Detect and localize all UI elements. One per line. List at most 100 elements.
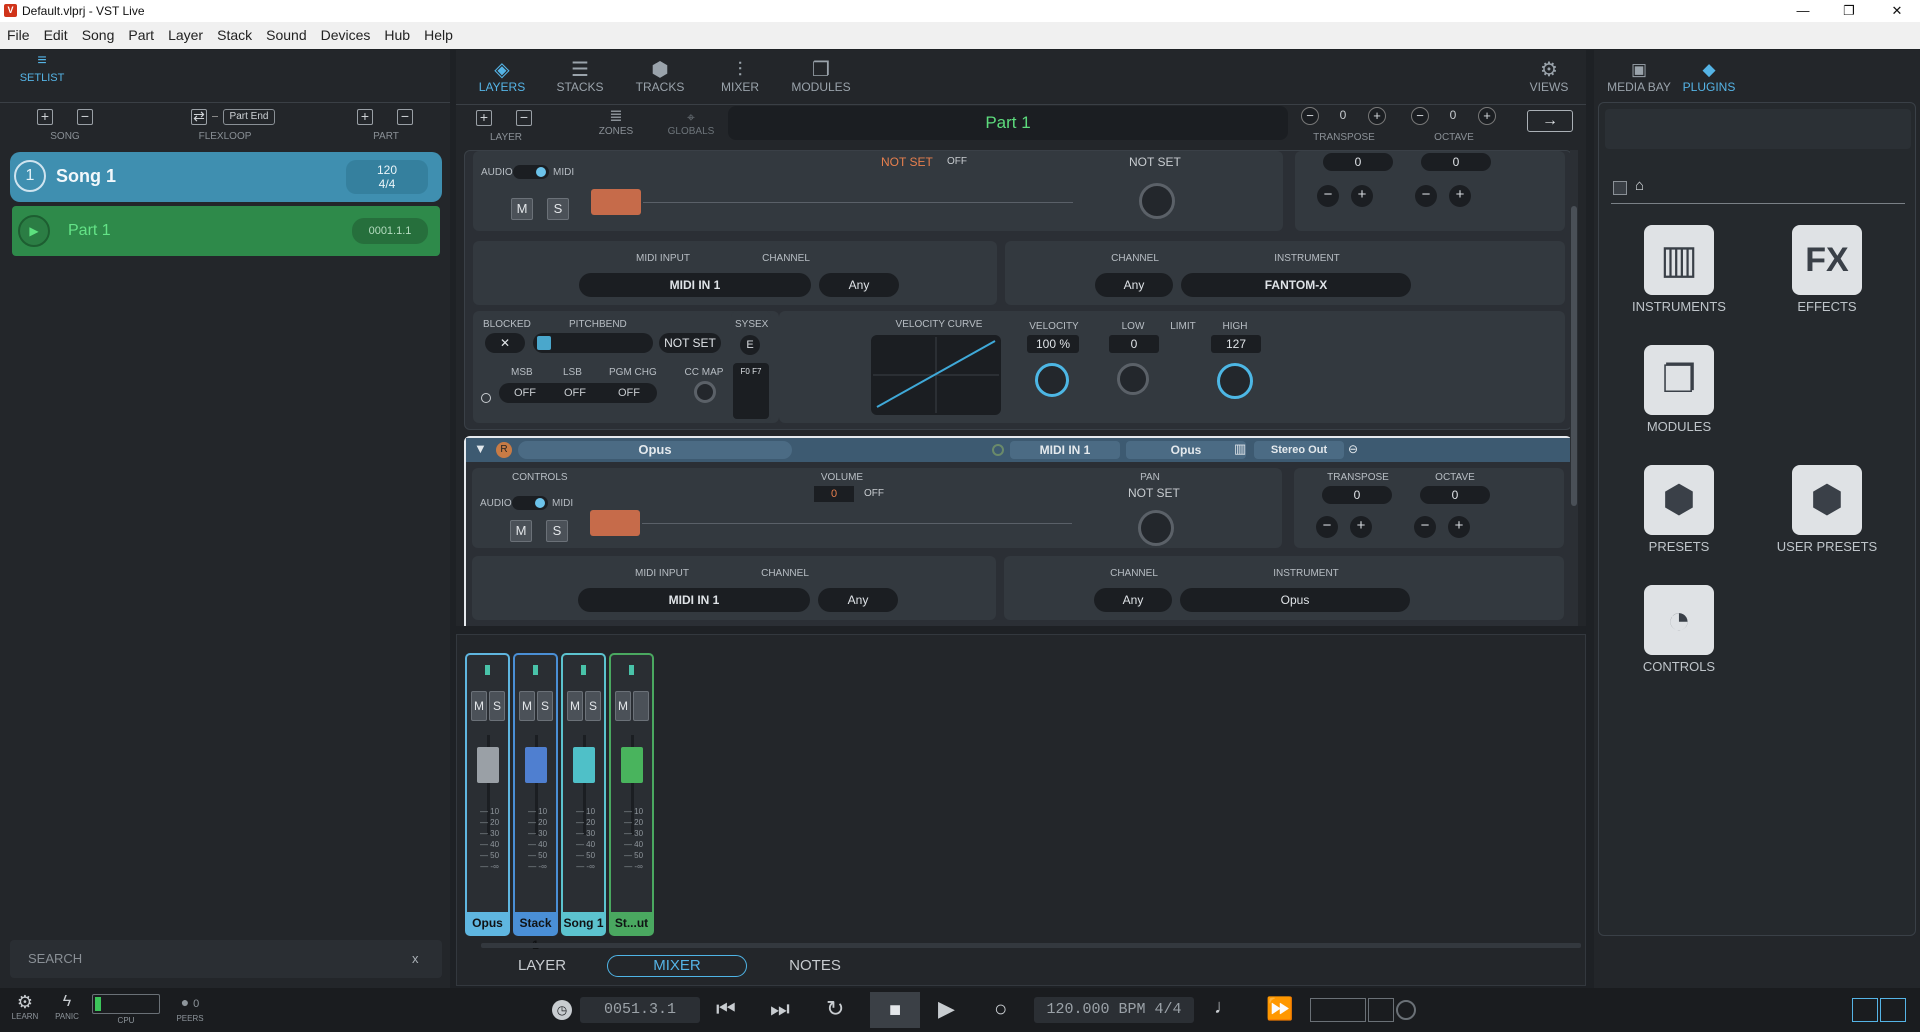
strip-name[interactable]: Song 1: [563, 912, 604, 934]
velocity-value[interactable]: 100 %: [1027, 335, 1079, 353]
effects-label[interactable]: EFFECTS: [1762, 299, 1892, 314]
strip-solo-button[interactable]: S: [537, 691, 553, 721]
layer-2-instrument[interactable]: Opus: [1126, 441, 1246, 459]
strip-fader[interactable]: [525, 747, 547, 783]
play-button[interactable]: ▶: [938, 996, 955, 1022]
layer-2-channel-select[interactable]: Any: [818, 588, 898, 612]
home-icon[interactable]: ⌂: [1635, 177, 1644, 194]
lsb-value[interactable]: OFF: [553, 387, 597, 399]
user-presets-label[interactable]: USER PRESETS: [1762, 539, 1892, 554]
close-button[interactable]: ✕: [1880, 2, 1914, 20]
views-button[interactable]: ⚙ VIEWS: [1524, 60, 1574, 94]
octave-minus[interactable]: −: [1415, 185, 1437, 207]
strip-fader[interactable]: [621, 747, 643, 783]
add-layer-button[interactable]: +: [476, 110, 492, 126]
mute-button[interactable]: M: [510, 520, 532, 542]
volume-fader[interactable]: [590, 510, 640, 536]
search-box[interactable]: SEARCH x: [10, 940, 442, 978]
record-dot-icon[interactable]: [481, 393, 491, 403]
strip-solo-button[interactable]: S: [489, 691, 505, 721]
mixer-strip[interactable]: MS — 10 — 20 — 30 — 40 — 50 — -∞ Stack 1: [513, 653, 558, 952]
tab-tracks[interactable]: ⬢ TRACKS: [630, 60, 690, 94]
octave-plus[interactable]: +: [1449, 185, 1471, 207]
strip-solo-button[interactable]: S: [585, 691, 601, 721]
high-knob[interactable]: [1217, 363, 1253, 399]
volume-fader[interactable]: [591, 189, 641, 215]
pitchbend-slider[interactable]: [533, 333, 653, 353]
volume-off[interactable]: OFF: [947, 156, 967, 167]
sysex-e-button[interactable]: E: [740, 335, 760, 355]
volume-off[interactable]: OFF: [864, 488, 884, 499]
maximize-button[interactable]: ❐: [1832, 2, 1866, 20]
octave-plus[interactable]: +: [1478, 107, 1496, 125]
controls-label[interactable]: CONTROLS: [1614, 659, 1744, 674]
presets-icon[interactable]: ⬢: [1644, 465, 1714, 535]
pan-knob[interactable]: [1139, 183, 1175, 219]
tab-layers[interactable]: ◈ LAYERS: [472, 60, 532, 94]
transpose-plus[interactable]: +: [1351, 185, 1373, 207]
pgm-value[interactable]: OFF: [607, 387, 651, 399]
audio-midi-toggle[interactable]: [513, 165, 549, 179]
collapse-icon[interactable]: ▼: [474, 441, 487, 456]
octave-minus[interactable]: −: [1411, 107, 1429, 125]
transpose-minus[interactable]: −: [1301, 107, 1319, 125]
sync-icon[interactable]: [1396, 1000, 1416, 1020]
menu-layer[interactable]: Layer: [161, 22, 210, 49]
layer-2-midi-input-select[interactable]: MIDI IN 1: [578, 588, 810, 612]
menu-help[interactable]: Help: [417, 22, 460, 49]
record-arm-button[interactable]: R: [496, 442, 512, 458]
solo-button[interactable]: S: [547, 198, 569, 220]
modules-label[interactable]: MODULES: [1614, 419, 1744, 434]
layer-2-instrument-select[interactable]: Opus: [1180, 588, 1410, 612]
remove-layer-button[interactable]: −: [516, 110, 532, 126]
pan-knob[interactable]: [1138, 510, 1174, 546]
learn-button[interactable]: ⚙ LEARN: [10, 992, 40, 1021]
media-bay-tab[interactable]: ▣ MEDIA BAY: [1604, 60, 1674, 94]
low-knob[interactable]: [1117, 363, 1149, 395]
strip-mute-button[interactable]: M: [471, 691, 487, 721]
strip-fader[interactable]: [573, 747, 595, 783]
menu-part[interactable]: Part: [121, 22, 161, 49]
layers-scrollbar[interactable]: [1570, 150, 1578, 626]
fx-icon[interactable]: FX: [1792, 225, 1862, 295]
velocity-knob[interactable]: [1035, 363, 1069, 397]
record-button[interactable]: ○: [994, 996, 1007, 1022]
strip-mute-button[interactable]: M: [519, 691, 535, 721]
mixer-strip[interactable]: M S — 10 — 20 — 30 — 40 — 50 — -∞ Song 1: [561, 653, 606, 936]
strip-solo-button[interactable]: [633, 691, 649, 721]
loop-icon[interactable]: ↻: [826, 996, 844, 1022]
next-part-icon[interactable]: ⏭: [770, 996, 790, 1022]
position-display[interactable]: 0051.3.1: [580, 997, 700, 1023]
strip-name[interactable]: St...ut: [611, 912, 652, 934]
song-row[interactable]: 1 Song 1 120 4/4: [10, 152, 442, 202]
tab-modules[interactable]: ❐ MODULES: [786, 60, 856, 94]
globals-button[interactable]: ⌖ GLOBALS: [666, 108, 716, 137]
msb-value[interactable]: OFF: [503, 387, 547, 399]
menu-song[interactable]: Song: [75, 22, 122, 49]
low-value[interactable]: 0: [1109, 335, 1159, 353]
layout-toggle-b[interactable]: [1368, 998, 1394, 1022]
peers-button[interactable]: ● 0 PEERS: [172, 992, 208, 1023]
stop-button[interactable]: ■: [870, 992, 920, 1028]
add-part-button[interactable]: +: [357, 109, 373, 125]
midi-channel-select[interactable]: Any: [819, 273, 899, 297]
panic-button[interactable]: ϟ PANIC: [52, 992, 82, 1021]
menu-sound[interactable]: Sound: [259, 22, 313, 49]
blocked-button[interactable]: ✕: [485, 333, 525, 353]
solo-button[interactable]: S: [546, 520, 568, 542]
next-icon[interactable]: ⏩: [1266, 996, 1293, 1022]
sysex-filter[interactable]: F0 F7: [733, 363, 769, 419]
user-presets-icon[interactable]: ⬢: [1792, 465, 1862, 535]
strip-name[interactable]: Stack 1: [515, 912, 556, 952]
volume-value[interactable]: 0: [814, 486, 854, 502]
layer-2-output[interactable]: Stereo Out: [1254, 441, 1344, 459]
mixer-scrollbar[interactable]: [481, 943, 1581, 948]
part-row[interactable]: ▶ Part 1 0001.1.1: [12, 206, 440, 256]
zones-button[interactable]: ≣ ZONES: [596, 108, 636, 137]
presets-label[interactable]: PRESETS: [1614, 539, 1744, 554]
octave-minus[interactable]: −: [1414, 516, 1436, 538]
piano-icon[interactable]: ▥: [1234, 441, 1246, 457]
layer-2-output-channel-select[interactable]: Any: [1094, 588, 1172, 612]
arrow-right-icon[interactable]: →: [1527, 110, 1573, 132]
piano-icon[interactable]: ▥: [1644, 225, 1714, 295]
